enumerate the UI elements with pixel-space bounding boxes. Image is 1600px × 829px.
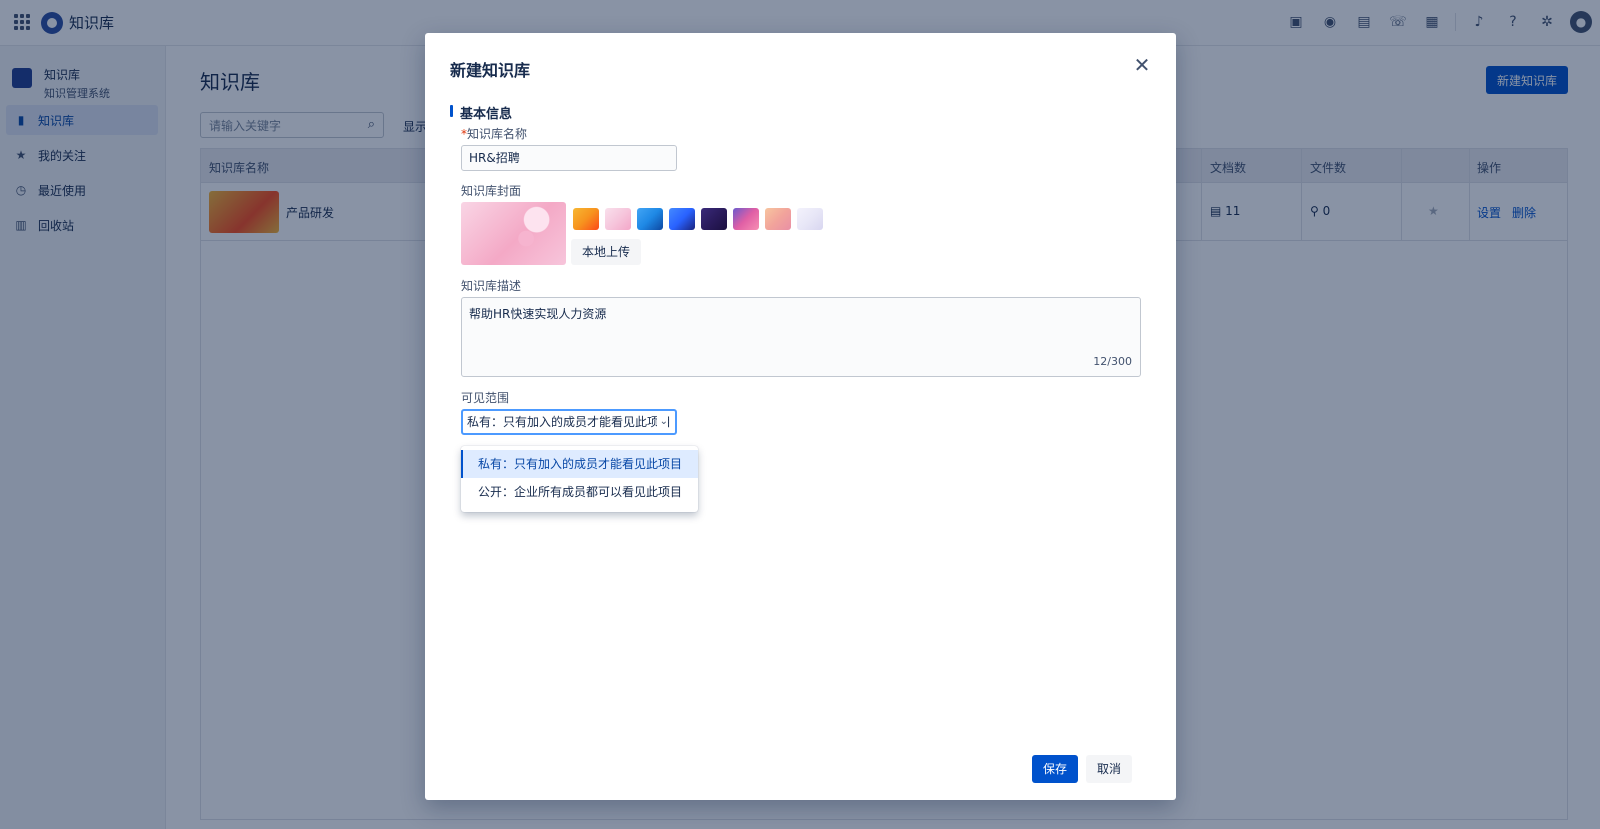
new-knowledge-base-modal: 新建知识库 ✕ 基本信息 *知识库名称 HR&招聘 知识库封面 本地上传 知识库… bbox=[425, 33, 1176, 800]
cover-swatch[interactable] bbox=[797, 208, 823, 230]
chevron-down-icon: ⌄ bbox=[656, 411, 668, 433]
description-label: 知识库描述 bbox=[461, 279, 522, 293]
close-icon[interactable]: ✕ bbox=[1130, 53, 1154, 77]
save-button[interactable]: 保存 bbox=[1032, 755, 1078, 783]
name-label-text: 知识库名称 bbox=[467, 127, 528, 141]
visibility-selected-value: 私有：只有加入的成员才能看见此项目 bbox=[467, 415, 672, 429]
modal-title: 新建知识库 bbox=[450, 61, 531, 80]
section-title: 基本信息 bbox=[460, 107, 513, 122]
cover-swatch[interactable] bbox=[637, 208, 663, 230]
visibility-select[interactable]: 私有：只有加入的成员才能看见此项目 ⌄ bbox=[461, 409, 677, 435]
cover-swatch[interactable] bbox=[669, 208, 695, 230]
description-char-count: 12/300 bbox=[1093, 355, 1132, 368]
cover-label: 知识库封面 bbox=[461, 184, 522, 198]
visibility-label: 可见范围 bbox=[461, 391, 510, 405]
upload-button[interactable]: 本地上传 bbox=[571, 239, 641, 265]
cover-swatch[interactable] bbox=[573, 208, 599, 230]
name-input[interactable]: HR&招聘 bbox=[461, 145, 677, 171]
section-indicator bbox=[450, 105, 453, 117]
cover-swatch[interactable] bbox=[605, 208, 631, 230]
visibility-option-public[interactable]: 公开：企业所有成员都可以看见此项目 bbox=[461, 478, 698, 506]
visibility-option-private[interactable]: 私有：只有加入的成员才能看见此项目 bbox=[461, 450, 698, 478]
cover-swatch[interactable] bbox=[765, 208, 791, 230]
description-text: 帮助HR快速实现人力资源 bbox=[469, 307, 607, 321]
visibility-dropdown: 私有：只有加入的成员才能看见此项目 公开：企业所有成员都可以看见此项目 bbox=[461, 446, 698, 512]
cover-preview bbox=[461, 202, 566, 265]
cancel-button[interactable]: 取消 bbox=[1086, 755, 1132, 783]
cover-swatch[interactable] bbox=[701, 208, 727, 230]
description-textarea[interactable]: 帮助HR快速实现人力资源 12/300 bbox=[461, 297, 1141, 377]
cover-swatches bbox=[573, 208, 823, 230]
cover-swatch[interactable] bbox=[733, 208, 759, 230]
name-label: *知识库名称 bbox=[461, 125, 527, 142]
